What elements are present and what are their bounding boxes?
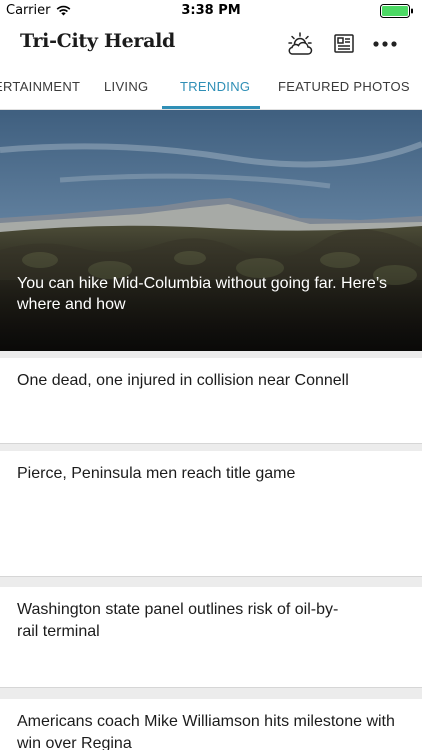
battery-icon	[380, 4, 413, 18]
hero-article[interactable]: You can hike Mid-Columbia without going …	[0, 110, 422, 351]
article-card[interactable]: Washington state panel outlines risk of …	[0, 587, 422, 688]
newspaper-icon[interactable]	[330, 30, 358, 58]
tab-trending[interactable]: TRENDING	[180, 66, 250, 109]
status-time: 3:38 PM	[181, 3, 241, 18]
more-icon[interactable]	[371, 30, 399, 58]
tab-featured-photos[interactable]: FEATURED PHOTOS	[278, 66, 410, 109]
app-header: Tri-City Herald	[0, 22, 422, 66]
article-headline[interactable]: One dead, one injured in collision near …	[17, 370, 405, 392]
article-card[interactable]: Americans coach Mike Williamson hits mil…	[0, 699, 422, 750]
masthead-logo[interactable]: Tri-City Herald	[20, 30, 175, 52]
article-headline[interactable]: Pierce, Peninsula men reach title game	[17, 463, 405, 485]
tab-entertainment[interactable]: ERTAINMENT	[0, 66, 80, 109]
section-tab-bar: ERTAINMENT LIVING TRENDING FEATURED PHOT…	[0, 66, 422, 110]
tab-living[interactable]: LIVING	[104, 66, 148, 109]
article-card[interactable]: Pierce, Peninsula men reach title game	[0, 451, 422, 577]
status-bar: Carrier 3:38 PM	[0, 0, 422, 22]
active-tab-indicator	[162, 106, 260, 109]
article-headline[interactable]: Americans coach Mike Williamson hits mil…	[17, 711, 405, 750]
hero-headline[interactable]: You can hike Mid-Columbia without going …	[17, 273, 407, 315]
app-screen: Carrier 3:38 PM Tri-City Herald ERTAINME…	[0, 0, 422, 750]
article-headline[interactable]: Washington state panel outlines risk of …	[17, 599, 357, 643]
article-card[interactable]: One dead, one injured in collision near …	[0, 358, 422, 444]
weather-icon[interactable]	[286, 30, 314, 58]
